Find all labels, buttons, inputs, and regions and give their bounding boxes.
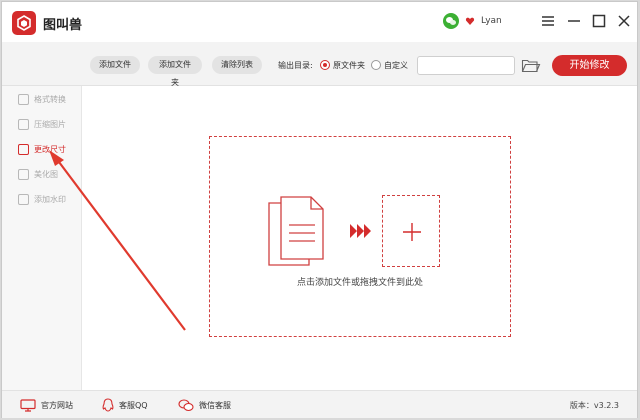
app-logo-icon (12, 11, 36, 35)
qq-service-link[interactable]: 客服QQ (102, 398, 148, 412)
compress-icon (18, 118, 29, 130)
beautify-icon (18, 168, 29, 180)
radio-original-label[interactable]: 原文件夹 (333, 60, 365, 71)
official-website-label: 官方网站 (41, 400, 73, 410)
sidebar-item-resize[interactable]: 更改尺寸 (18, 142, 66, 156)
toolbar: 添加文件 添加文件夹 清除列表 输出目录: 原文件夹 自定义 开始修改 (2, 42, 637, 87)
clear-list-button[interactable]: 清除列表 (212, 56, 262, 74)
qq-service-label: 客服QQ (119, 400, 148, 410)
menu-icon[interactable] (539, 12, 557, 30)
sidebar-item-format-convert[interactable]: 格式转换 (18, 92, 66, 106)
format-convert-icon (18, 93, 29, 105)
monitor-icon (20, 398, 36, 412)
drop-hint-text: 点击添加文件或拖拽文件到此处 (296, 278, 423, 288)
output-path-input[interactable] (417, 56, 515, 75)
app-title: 图叫兽 (43, 18, 83, 33)
maximize-icon[interactable] (590, 12, 608, 30)
sidebar-item-watermark[interactable]: 添加水印 (18, 192, 66, 206)
app-window: 图叫兽 Lyan 添加文件 添加文件夹 清除列表 输出目录: 原文件夹 自定义 (1, 1, 638, 418)
status-bar: 官方网站 客服QQ 微信客服 版本：v3.2.3 (2, 390, 637, 418)
wechat-service-label: 微信客服 (199, 400, 231, 410)
sidebar-item-label: 格式转换 (34, 94, 66, 104)
resize-icon (18, 143, 29, 155)
file-drop-zone[interactable]: 点击添加文件或拖拽文件到此处 (209, 136, 511, 337)
forward-arrows-icon (350, 224, 372, 241)
plus-icon (403, 223, 421, 241)
add-file-box[interactable] (382, 195, 440, 267)
sidebar-item-label: 更改尺寸 (34, 144, 66, 154)
wechat-service-icon (178, 398, 194, 411)
sidebar-item-label: 压缩图片 (34, 119, 66, 129)
radio-custom-folder[interactable] (371, 60, 381, 70)
qq-icon (102, 398, 114, 412)
watermark-icon (18, 193, 29, 205)
sidebar-item-label: 美化图 (34, 169, 58, 179)
sidebar: 格式转换 压缩图片 更改尺寸 美化图 添加水印 (2, 86, 82, 390)
version-text: 版本：v3.2.3 (569, 401, 619, 410)
radio-original-folder[interactable] (320, 60, 330, 70)
official-website-link[interactable]: 官方网站 (20, 398, 73, 412)
minimize-icon[interactable] (565, 12, 583, 30)
add-file-button[interactable]: 添加文件 (90, 56, 140, 74)
main-panel: 点击添加文件或拖拽文件到此处 (83, 87, 637, 390)
wechat-service-link[interactable]: 微信客服 (178, 398, 231, 412)
sidebar-item-compress[interactable]: 压缩图片 (18, 117, 66, 131)
wechat-icon (443, 13, 459, 29)
sidebar-item-label: 添加水印 (34, 194, 66, 204)
user-name: Lyan (481, 16, 502, 26)
title-bar: 图叫兽 Lyan (2, 2, 637, 42)
documents-icon (267, 195, 331, 270)
folder-open-icon[interactable] (521, 57, 541, 74)
close-icon[interactable] (615, 12, 633, 30)
radio-custom-label[interactable]: 自定义 (384, 60, 408, 71)
user-account[interactable]: Lyan (443, 12, 502, 30)
output-dir-label: 输出目录: (278, 61, 313, 70)
sidebar-item-beautify[interactable]: 美化图 (18, 167, 58, 181)
add-folder-button[interactable]: 添加文件夹 (148, 56, 202, 87)
vip-heart-icon (465, 16, 475, 26)
start-button[interactable]: 开始修改 (552, 55, 627, 76)
